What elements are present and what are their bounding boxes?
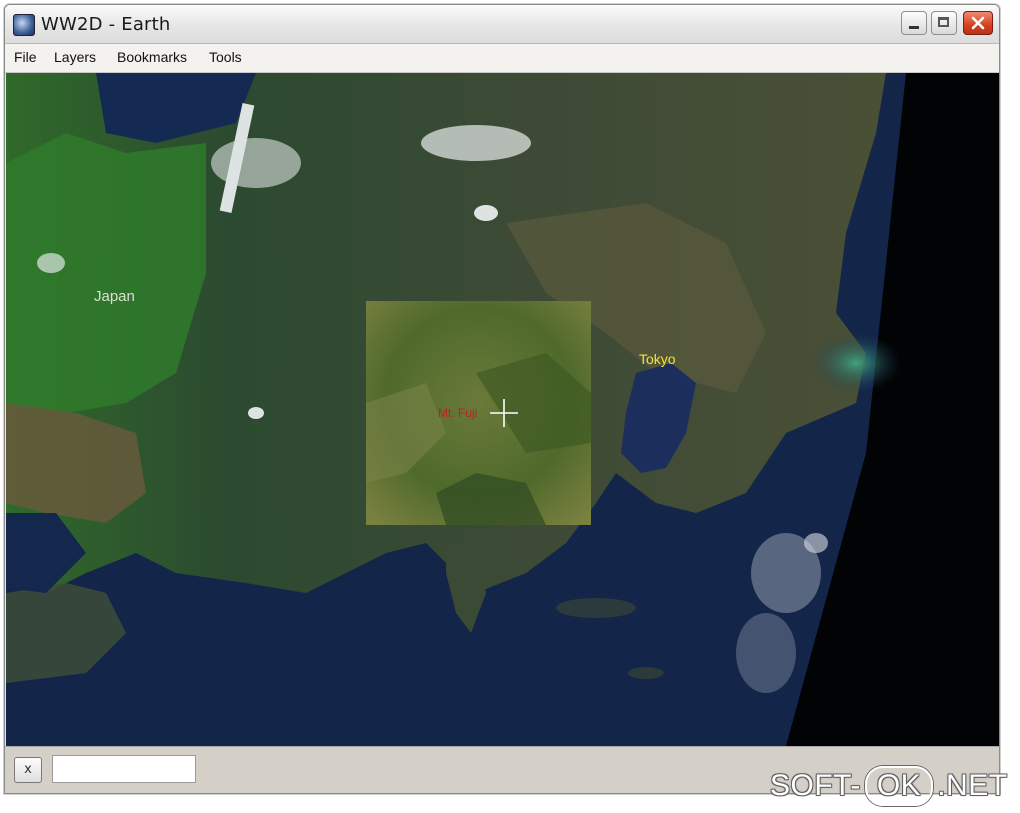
menu-file[interactable]: File	[14, 49, 37, 65]
label-japan: Japan	[94, 288, 135, 305]
menu-layers[interactable]: Layers	[54, 49, 96, 65]
menu-bookmarks[interactable]: Bookmarks	[117, 49, 187, 65]
maximize-button[interactable]	[931, 11, 957, 35]
watermark-pill: OK	[864, 766, 934, 806]
window-title: WW2D - Earth	[41, 14, 171, 35]
close-button[interactable]	[963, 11, 993, 35]
app-window: WW2D - Earth File Layers Bookmarks Tools	[4, 4, 1000, 794]
label-marker: Mt. Fuji	[438, 406, 478, 420]
clear-button[interactable]: x	[14, 757, 42, 783]
close-icon	[971, 16, 985, 30]
globe-icon	[13, 14, 35, 36]
status-input[interactable]	[52, 755, 196, 783]
watermark: SOFT- OK .NET	[770, 766, 1008, 806]
title-bar[interactable]: WW2D - Earth	[5, 5, 999, 44]
menu-tools[interactable]: Tools	[209, 49, 242, 65]
menu-bar: File Layers Bookmarks Tools	[5, 44, 999, 73]
watermark-left: SOFT-	[770, 769, 861, 802]
minimize-button[interactable]	[901, 11, 927, 35]
satellite-imagery	[6, 73, 999, 746]
watermark-right: .NET	[937, 769, 1008, 802]
map-view[interactable]: Japan Tokyo Mt. Fuji	[6, 73, 999, 746]
label-tokyo: Tokyo	[639, 351, 676, 367]
